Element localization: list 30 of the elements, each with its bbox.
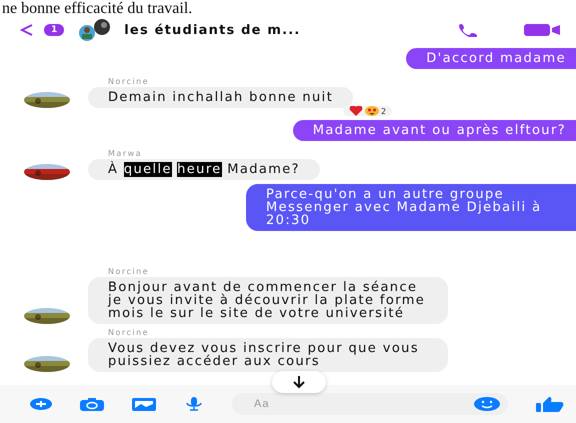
scroll-down-button[interactable] xyxy=(272,371,326,393)
message-bubble: Madame avant ou après elftour? xyxy=(292,120,576,141)
message-bubble: À quelle heure Madame? xyxy=(88,159,320,180)
sender-name: Norcine xyxy=(107,328,150,338)
camera-icon[interactable] xyxy=(80,398,104,410)
reaction-count: 2 xyxy=(381,106,386,116)
heart-icon xyxy=(349,106,363,116)
message-field[interactable]: Aa xyxy=(232,393,508,415)
message-bubble: Parce-qu'on a un autre groupe Messenger avec Madame Djebaili à 20:30 xyxy=(246,184,576,231)
microphone-icon[interactable] xyxy=(184,397,204,411)
message-bubble: Demain inchallah bonne nuit xyxy=(88,87,354,108)
reactions-pill[interactable]: 2 xyxy=(343,106,392,116)
smiley-icon[interactable] xyxy=(474,397,500,411)
plus-icon[interactable] xyxy=(30,398,52,410)
heart-eyes-face-icon xyxy=(365,106,379,116)
unread-badge: 1 xyxy=(44,24,64,36)
image-icon[interactable] xyxy=(132,398,156,410)
sender-name: Norcine xyxy=(107,77,150,87)
chat-title[interactable]: les étudiants de m... xyxy=(124,22,448,38)
caption-text: ne bonne efficacité du travail. xyxy=(1,0,194,18)
thumbs-up-icon[interactable] xyxy=(536,396,564,412)
message-input[interactable]: Aa xyxy=(252,397,474,411)
sender-name: Norcine xyxy=(107,267,150,277)
back-icon[interactable] xyxy=(20,24,34,36)
message-bubble: Vous devez vous inscrire pour que vous puissiez accéder aux cours xyxy=(88,338,448,372)
message-bubble: D'accord madame xyxy=(406,48,576,69)
message-bubble: Bonjour avant de commencer la séance je vous invite à découvrir la plate forme mois le sur le site de votre université xyxy=(88,277,448,324)
arrow-down-icon xyxy=(292,375,306,389)
sender-name: Marwa xyxy=(107,149,142,159)
video-camera-icon[interactable] xyxy=(524,23,562,37)
